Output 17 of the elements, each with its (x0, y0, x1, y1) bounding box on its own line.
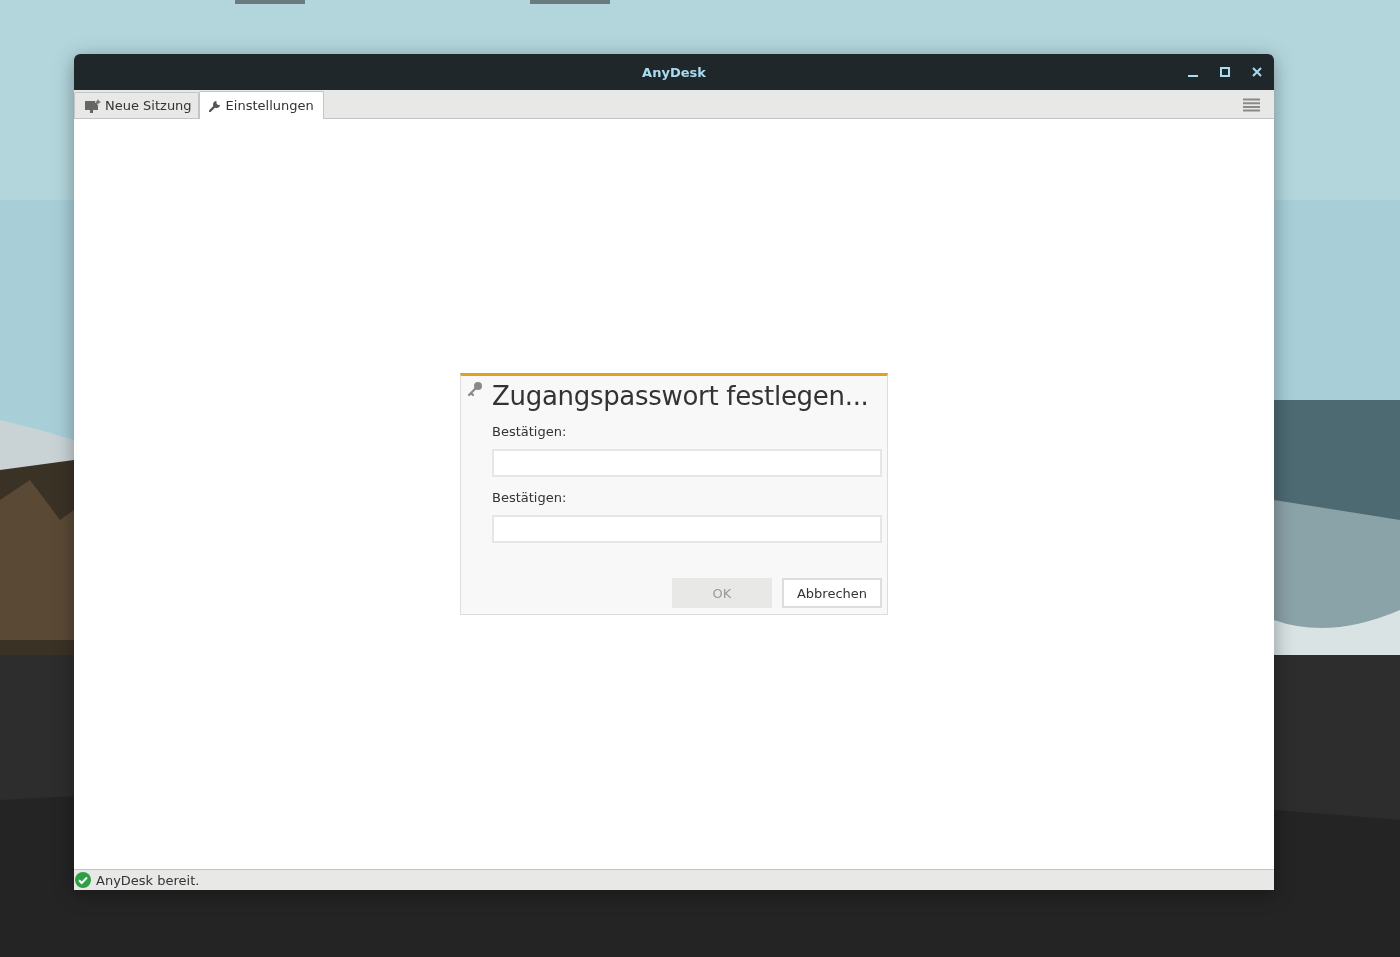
tab[interactable]: Neue Sitzung (74, 92, 199, 118)
maximize-icon[interactable] (1219, 66, 1231, 78)
key-icon (467, 381, 483, 397)
cancel-button[interactable]: Abbrechen (782, 578, 882, 608)
menu-icon[interactable] (1243, 98, 1260, 112)
monitor-plus-icon (85, 98, 101, 113)
check-icon (75, 872, 91, 888)
status-text: AnyDesk bereit. (96, 872, 200, 888)
dialog-title: Zugangspasswort festlegen... (492, 381, 870, 411)
field-label: Bestätigen: (492, 490, 568, 505)
tab[interactable]: Einstellungen (198, 91, 324, 119)
wrench-icon (208, 99, 222, 112)
password-field[interactable] (492, 515, 882, 543)
window-title: AnyDesk (642, 64, 706, 80)
close-icon[interactable] (1251, 66, 1263, 78)
password-field[interactable] (492, 449, 882, 477)
field-label: Bestätigen: (492, 424, 568, 439)
